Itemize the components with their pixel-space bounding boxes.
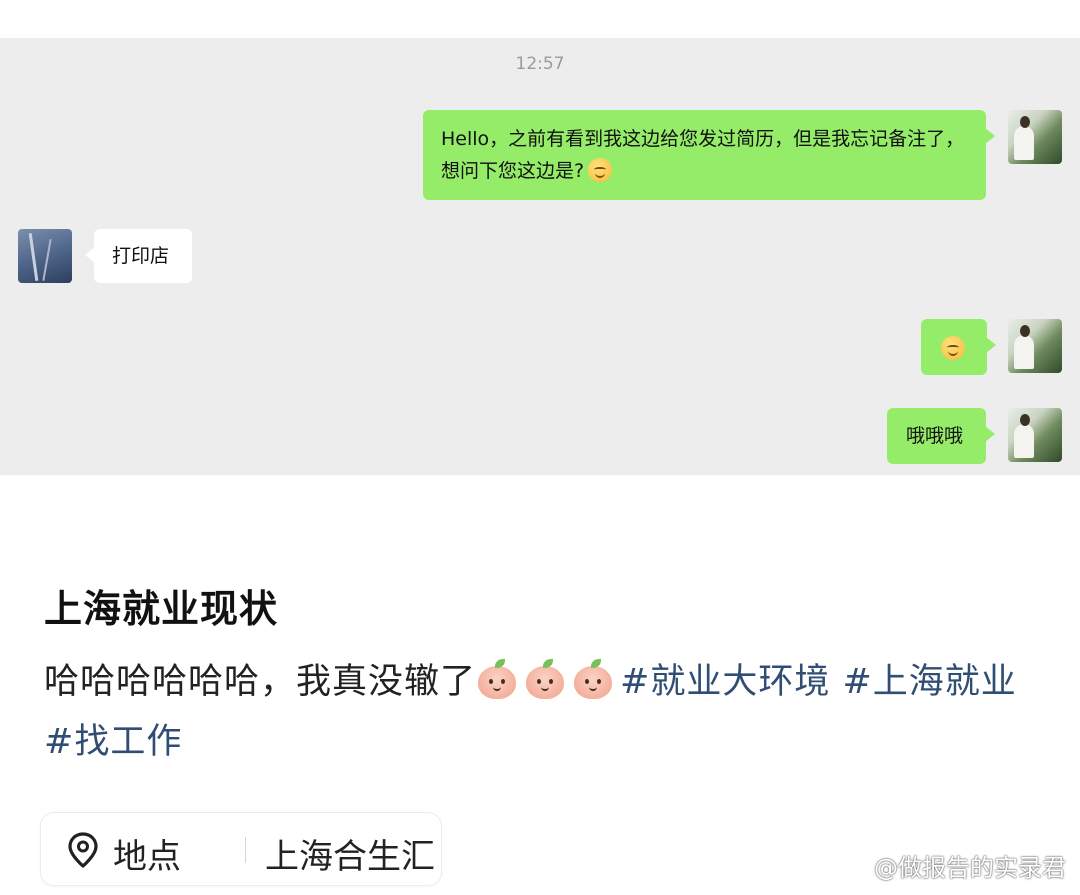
message-text: 打印店 [112,245,170,267]
hashtag-link[interactable]: #找工作 [44,722,182,762]
watermark: @做报告的实录君 [834,848,1066,883]
peach-emoji-icon [476,659,518,699]
divider [245,837,246,863]
message-text: 哦哦哦 [906,425,964,447]
post-title: 上海就业现状 [44,587,279,631]
my-avatar[interactable] [1008,408,1062,462]
smiling-emoji-icon [941,336,965,360]
hashtag-link[interactable]: #上海就业 [842,662,1016,702]
message-text: Hello，之前有看到我这边给您发过简历，但是我忘记备注了，想问下您这边是? [441,128,965,182]
location-value: 上海合生汇 [265,837,435,877]
contact-avatar[interactable] [18,229,72,283]
my-emoji-message-bubble[interactable] [921,319,996,375]
chat-conversation: 12:57 Hello，之前有看到我这边给您发过简历，但是我忘记备注了，想问下您… [0,38,1080,475]
contact-message-bubble[interactable]: 打印店 [85,229,192,283]
weibo-logo-icon [835,856,872,882]
screenshot-page: 12:57 Hello，之前有看到我这边给您发过简历，但是我忘记备注了，想问下您… [0,0,1080,895]
smiling-blush-emoji-icon [588,158,613,182]
location-pin-icon [68,832,98,868]
my-avatar[interactable] [1008,319,1062,373]
location-tag[interactable]: 地点 上海合生汇 [40,812,442,886]
chat-timestamp: 12:57 [515,54,565,74]
post-body: 哈哈哈哈哈哈，我真没辙了 #就业大环境 #上海就业 #找工作 [44,652,1034,772]
peach-emoji-icon [524,659,566,699]
peach-emoji-icon [572,659,614,699]
my-message-bubble[interactable]: Hello，之前有看到我这边给您发过简历，但是我忘记备注了，想问下您这边是? [423,110,995,200]
post-body-text: 哈哈哈哈哈哈，我真没辙了 [44,662,477,702]
location-label: 地点 [113,837,181,877]
my-message-bubble[interactable]: 哦哦哦 [887,408,995,464]
hashtag-link[interactable]: #就业大环境 [620,662,830,702]
watermark-text: @做报告的实录君 [874,854,1066,882]
my-avatar[interactable] [1008,110,1062,164]
